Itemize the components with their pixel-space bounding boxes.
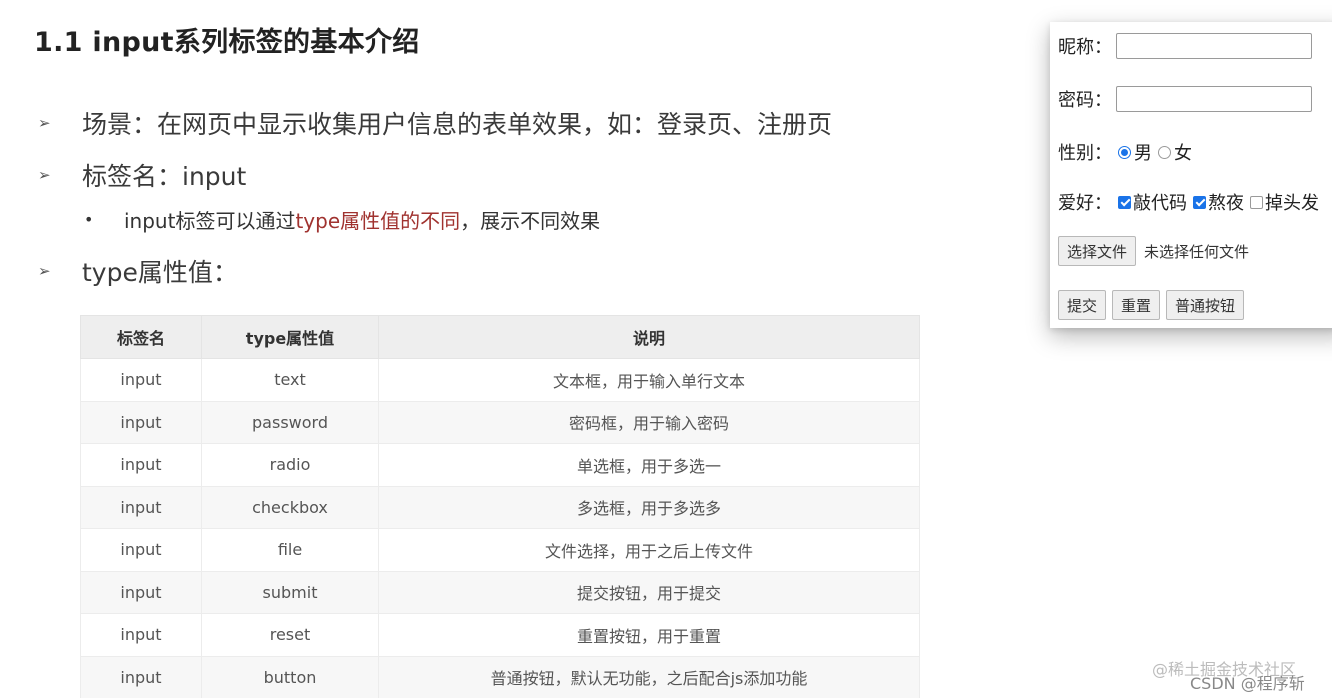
gender-label: 性别： bbox=[1058, 143, 1112, 164]
sub-bullet-highlight: type属性值的不同 bbox=[295, 209, 461, 233]
table-row: input radio 单选框，用于多选一 bbox=[80, 443, 920, 487]
type-table: 标签名 type属性值 说明 input text 文本框，用于输入单行文本 i… bbox=[80, 315, 920, 698]
hobby-stay-up-label: 熬夜 bbox=[1208, 193, 1244, 214]
arrow-bullet-icon: ➢ bbox=[38, 262, 51, 280]
submit-button[interactable]: 提交 bbox=[1058, 290, 1107, 320]
table-row: input button 普通按钮，默认无功能，之后配合js添加功能 bbox=[80, 655, 920, 698]
bullet-type-values-text: type属性值： bbox=[82, 258, 238, 287]
table-cell: checkbox bbox=[201, 485, 379, 529]
table-row: input submit 提交按钮，用于提交 bbox=[80, 570, 920, 614]
nickname-input[interactable] bbox=[1116, 33, 1312, 59]
bullet-scene: ➢ 场景：在网页中显示收集用户信息的表单效果，如：登录页、注册页 bbox=[38, 105, 832, 141]
gender-female-label: 女 bbox=[1174, 143, 1192, 164]
hobby-coding-checkbox[interactable] bbox=[1118, 195, 1131, 209]
table-cell: input bbox=[80, 443, 202, 487]
buttons-row: 提交 重置 普通按钮 bbox=[1058, 290, 1250, 320]
table-cell: 提交按钮，用于提交 bbox=[378, 570, 920, 614]
table-cell: 普通按钮，默认无功能，之后配合js添加功能 bbox=[378, 655, 920, 698]
table-cell: radio bbox=[201, 443, 379, 487]
dot-bullet-icon: • bbox=[84, 210, 94, 229]
table-cell: input bbox=[80, 570, 202, 614]
table-cell: 重置按钮，用于重置 bbox=[378, 613, 920, 657]
table-cell: 文件选择，用于之后上传文件 bbox=[378, 528, 920, 572]
choose-file-button[interactable]: 选择文件 bbox=[1058, 236, 1137, 266]
table-row: input reset 重置按钮，用于重置 bbox=[80, 613, 920, 657]
bullet-tag-name: ➢ 标签名：input bbox=[38, 157, 246, 193]
hobby-stay-up-checkbox[interactable] bbox=[1193, 195, 1206, 209]
table-header: type属性值 bbox=[201, 315, 379, 359]
hobby-label: 爱好： bbox=[1058, 193, 1112, 214]
table-cell: file bbox=[201, 528, 379, 572]
bullet-tag-name-text: 标签名：input bbox=[82, 162, 247, 191]
table-row: input password 密码框，用于输入密码 bbox=[80, 400, 920, 444]
table-cell: text bbox=[201, 358, 379, 402]
table-cell: input bbox=[80, 485, 202, 529]
hobby-coding-label: 敲代码 bbox=[1133, 193, 1187, 214]
sub-bullet-type: • input标签可以通过 type属性值的不同 ，展示不同效果 bbox=[84, 205, 600, 234]
file-row: 选择文件 未选择任何文件 bbox=[1058, 236, 1249, 266]
gender-row: 性别： 男 女 bbox=[1058, 139, 1192, 165]
password-label: 密码： bbox=[1058, 90, 1112, 111]
table-cell: input bbox=[80, 358, 202, 402]
reset-button[interactable]: 重置 bbox=[1112, 290, 1161, 320]
table-cell: input bbox=[80, 655, 202, 698]
table-cell: 文本框，用于输入单行文本 bbox=[378, 358, 920, 402]
table-cell: submit bbox=[201, 570, 379, 614]
table-row: input file 文件选择，用于之后上传文件 bbox=[80, 528, 920, 572]
hobby-row: 爱好： 敲代码 熬夜 掉头发 bbox=[1058, 189, 1319, 215]
password-row: 密码： bbox=[1058, 86, 1312, 112]
nickname-label: 昵称： bbox=[1058, 37, 1112, 58]
table-cell: reset bbox=[201, 613, 379, 657]
form-demo-panel: 昵称： 密码： 性别： 男 女 爱好： 敲代码 熬夜 掉头发 选择文件 未选择任… bbox=[1050, 22, 1332, 328]
gender-male-radio[interactable] bbox=[1118, 145, 1131, 159]
table-header: 说明 bbox=[378, 315, 920, 359]
bullet-type-values: ➢ type属性值： bbox=[38, 253, 238, 289]
hobby-hair-loss-checkbox[interactable] bbox=[1250, 195, 1263, 209]
table-cell: 密码框，用于输入密码 bbox=[378, 400, 920, 444]
password-input[interactable] bbox=[1116, 86, 1312, 112]
table-header: 标签名 bbox=[80, 315, 202, 359]
table-row: input text 文本框，用于输入单行文本 bbox=[80, 358, 920, 402]
arrow-bullet-icon: ➢ bbox=[38, 166, 51, 184]
bullet-scene-text: 场景：在网页中显示收集用户信息的表单效果，如：登录页、注册页 bbox=[82, 110, 833, 139]
watermark-csdn: CSDN @程序斩 bbox=[1190, 674, 1305, 693]
table-cell: input bbox=[80, 528, 202, 572]
table-cell: password bbox=[201, 400, 379, 444]
page-title: 1.1 input系列标签的基本介绍 bbox=[34, 27, 420, 58]
slide-page: 1.1 input系列标签的基本介绍 ➢ 场景：在网页中显示收集用户信息的表单效… bbox=[0, 0, 1332, 698]
arrow-bullet-icon: ➢ bbox=[38, 114, 51, 132]
table-cell: 单选框，用于多选一 bbox=[378, 443, 920, 487]
table-row: input checkbox 多选框，用于多选多 bbox=[80, 485, 920, 529]
gender-male-label: 男 bbox=[1134, 143, 1152, 164]
file-status-text: 未选择任何文件 bbox=[1144, 242, 1250, 261]
table-cell: button bbox=[201, 655, 379, 698]
sub-bullet-prefix: input标签可以通过 bbox=[124, 209, 296, 233]
hobby-hair-loss-label: 掉头发 bbox=[1265, 193, 1319, 214]
table-cell: input bbox=[80, 613, 202, 657]
normal-button[interactable]: 普通按钮 bbox=[1166, 290, 1245, 320]
table-cell: 多选框，用于多选多 bbox=[378, 485, 920, 529]
gender-female-radio[interactable] bbox=[1158, 145, 1171, 159]
table-cell: input bbox=[80, 400, 202, 444]
nickname-row: 昵称： bbox=[1058, 33, 1312, 59]
sub-bullet-suffix: ，展示不同效果 bbox=[460, 209, 601, 233]
table-header-row: 标签名 type属性值 说明 bbox=[80, 315, 920, 359]
